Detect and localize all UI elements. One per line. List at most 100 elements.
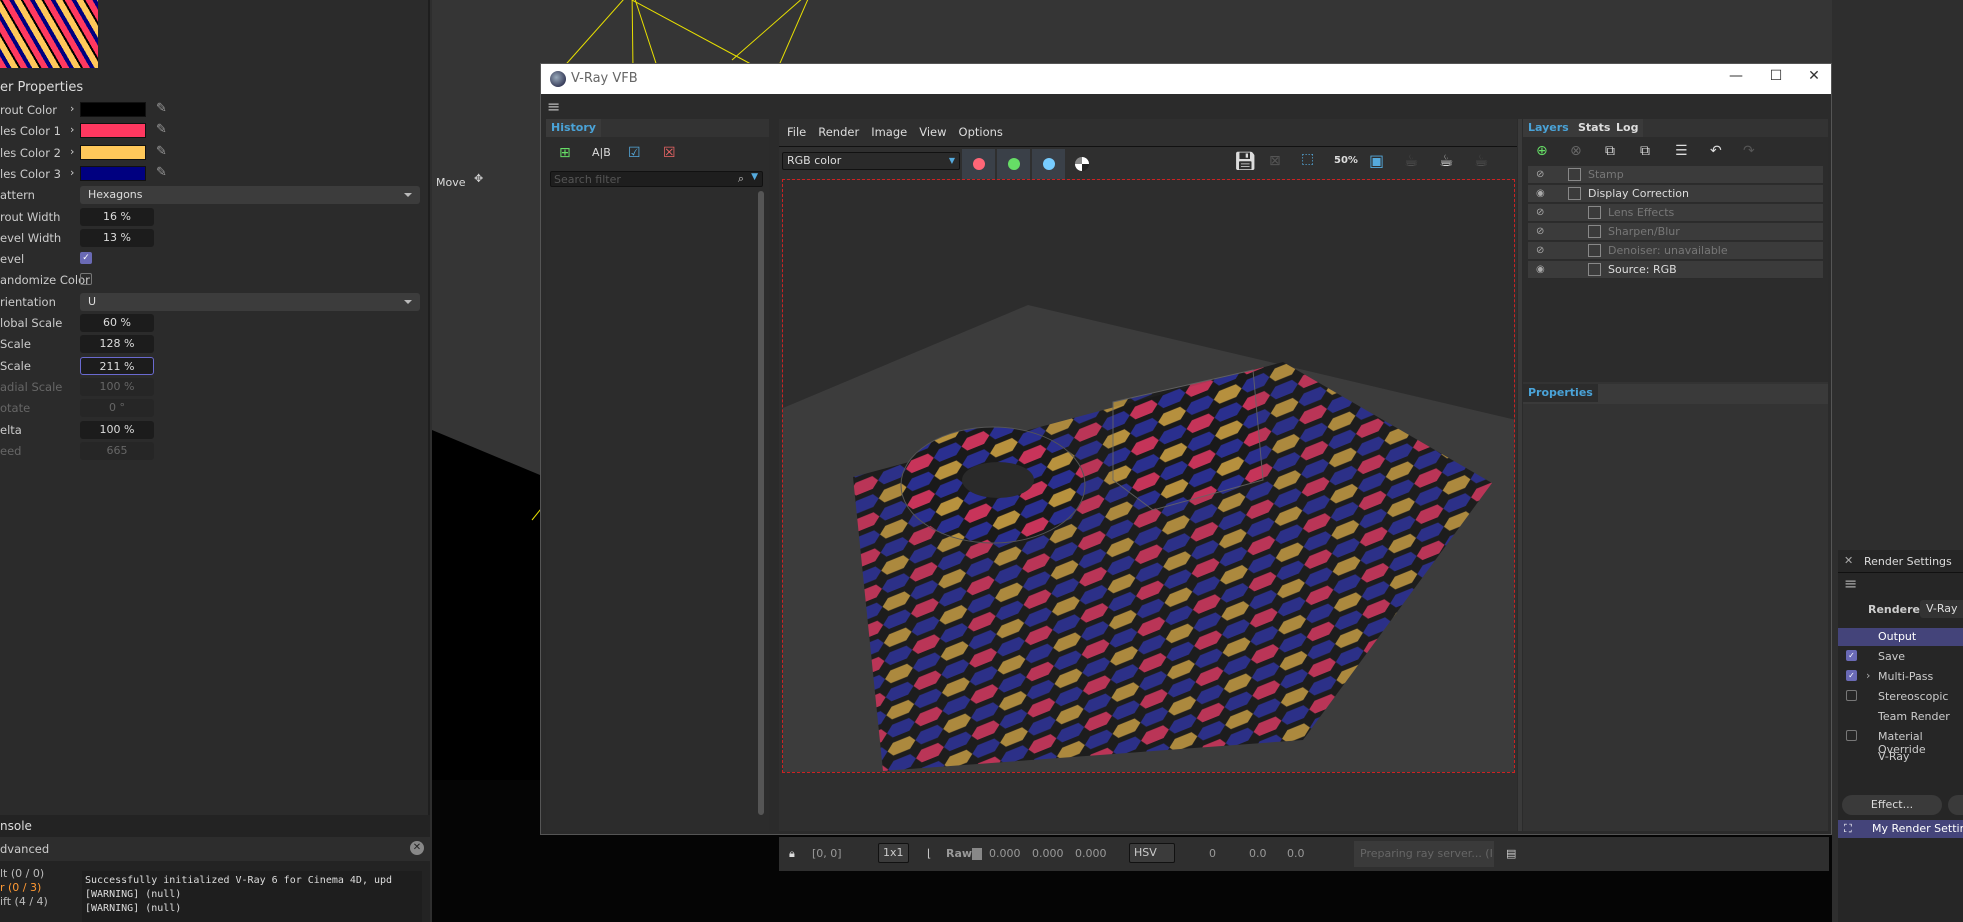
eyedropper-icon[interactable]: ✎ — [156, 101, 167, 116]
layer-row[interactable]: ◉ Display Correction — [1528, 185, 1823, 203]
eye-hidden-icon[interactable]: ⊘ — [1536, 166, 1544, 184]
property-dropdown[interactable]: U — [80, 292, 420, 311]
item-checkbox[interactable] — [1846, 730, 1857, 741]
tab-layers[interactable]: Layers — [1523, 119, 1574, 137]
channel-select[interactable]: RGB color ▼ — [782, 152, 960, 170]
delete-layer-icon[interactable]: ⊗ — [1570, 143, 1582, 159]
render-settings-item[interactable]: Save — [1878, 650, 1905, 663]
clear-image-icon[interactable]: ⊠ — [1269, 153, 1281, 169]
menu-view[interactable]: View — [919, 125, 946, 139]
layer-list-icon[interactable]: ☰ — [1675, 143, 1688, 159]
move-icon[interactable]: ✥ — [474, 172, 483, 185]
eyedropper-icon[interactable]: ✎ — [156, 165, 167, 180]
close-button[interactable]: ✕ — [1799, 68, 1829, 84]
renderer-select[interactable]: V-Ray — [1920, 600, 1963, 618]
render-icon[interactable]: ☕︎ — [1474, 151, 1488, 170]
tab-history[interactable]: History — [546, 119, 601, 137]
property-checkbox[interactable]: ✓ — [80, 252, 92, 265]
console-category[interactable]: lt (0 / 0) — [0, 867, 44, 880]
property-checkbox[interactable] — [80, 273, 92, 286]
console-filter[interactable]: dvanced — [0, 842, 49, 856]
region-render-icon[interactable]: ⬚ — [1301, 151, 1314, 167]
colorspace-select[interactable]: HSV — [1129, 843, 1175, 863]
render-settings-item[interactable]: Team Render — [1878, 710, 1950, 723]
load-history-icon[interactable]: ☑ — [628, 145, 641, 161]
hamburger-menu-icon[interactable]: ≡ — [1844, 574, 1857, 593]
property-field[interactable]: 16 % — [80, 207, 154, 226]
tab-log[interactable]: Log — [1611, 119, 1644, 137]
interactive-render-icon[interactable]: ☕︎ — [1404, 151, 1418, 170]
eye-icon[interactable]: ◉ — [1536, 185, 1545, 203]
fit-view-icon[interactable]: ▣ — [1369, 151, 1384, 170]
preset-item[interactable]: ⛶ My Render Settings — [1838, 820, 1963, 838]
chevron-right-icon[interactable]: › — [70, 145, 74, 158]
color-swatch[interactable] — [80, 165, 146, 181]
chevron-down-icon[interactable]: ▼ — [751, 172, 758, 182]
menu-image[interactable]: Image — [871, 125, 907, 139]
green-channel-button[interactable] — [997, 149, 1030, 179]
item-checkbox[interactable] — [1846, 690, 1857, 701]
eyedropper-icon[interactable]: ✎ — [156, 122, 167, 137]
menu-file[interactable]: File — [787, 125, 806, 139]
eye-hidden-icon[interactable]: ⊘ — [1536, 204, 1544, 222]
history-scrollbar[interactable] — [758, 191, 764, 815]
blue-channel-button[interactable] — [1032, 149, 1065, 179]
property-field[interactable]: 128 % — [80, 335, 154, 354]
load-layers-icon[interactable]: ⧉ — [1640, 143, 1650, 159]
layer-row[interactable]: ⊘ Sharpen/Blur — [1528, 223, 1823, 241]
chevron-right-icon[interactable]: › — [70, 123, 74, 136]
title-bar[interactable]: V-Ray VFB — ☐ ✕ — [541, 64, 1831, 94]
hamburger-menu-icon[interactable]: ≡ — [547, 97, 560, 116]
remove-history-icon[interactable]: ☒ — [663, 145, 676, 161]
redo-icon[interactable]: ↷ — [1743, 143, 1755, 159]
eyedropper-icon[interactable]: ✎ — [156, 144, 167, 159]
render-settings-item[interactable]: V-Ray — [1878, 750, 1910, 763]
item-checkbox[interactable]: ✓ — [1846, 670, 1857, 681]
chevron-right-icon[interactable]: › — [1866, 669, 1870, 682]
chevron-right-icon[interactable]: › — [70, 102, 74, 115]
save-image-icon[interactable]: 💾︎ — [1234, 151, 1257, 172]
layer-row[interactable]: ⊘ Stamp — [1528, 166, 1823, 184]
maximize-button[interactable]: ☐ — [1761, 68, 1791, 84]
color-swatch[interactable] — [80, 102, 146, 117]
eye-hidden-icon[interactable]: ⊘ — [1536, 223, 1544, 241]
render-settings-item[interactable]: Multi-Pass — [1878, 670, 1933, 683]
close-icon[interactable]: ✕ — [410, 841, 424, 855]
zoom-level[interactable]: 50% — [1334, 155, 1358, 166]
layer-row[interactable]: ⊘ Lens Effects — [1528, 204, 1823, 222]
eye-hidden-icon[interactable]: ⊘ — [1536, 242, 1544, 260]
property-field[interactable]: 60 % — [80, 314, 154, 332]
menu-options[interactable]: Options — [959, 125, 1003, 139]
effect-button[interactable]: Effect... — [1842, 795, 1942, 815]
eye-icon[interactable]: ◉ — [1536, 261, 1545, 279]
undo-icon[interactable]: ↶ — [1710, 143, 1722, 159]
color-swatch[interactable] — [80, 144, 146, 160]
lock-icon[interactable]: 🔒︎ — [789, 847, 795, 861]
console-category[interactable]: ift (4 / 4) — [0, 895, 48, 908]
chevron-right-icon[interactable]: › — [70, 166, 74, 179]
minimize-button[interactable]: — — [1721, 68, 1751, 84]
tab-stats[interactable]: Stats — [1573, 119, 1616, 137]
render-settings-item[interactable]: Output — [1878, 630, 1916, 643]
red-channel-button[interactable] — [962, 149, 995, 179]
property-field[interactable]: 211 % — [80, 356, 154, 375]
layer-row[interactable]: ◉ Source: RGB — [1528, 261, 1823, 279]
console-category[interactable]: r (0 / 3) — [0, 881, 41, 894]
splitter[interactable] — [1518, 119, 1522, 831]
close-icon[interactable]: ✕ — [1844, 554, 1853, 567]
sample-size-select[interactable]: 1x1 — [878, 843, 909, 863]
property-dropdown[interactable]: Hexagons — [80, 186, 420, 205]
add-layer-icon[interactable]: ⊕ — [1536, 143, 1548, 159]
save-to-history-icon[interactable]: ⊞ — [559, 145, 571, 161]
search-filter-input[interactable]: Search filter ⌕ ▼ — [550, 171, 763, 187]
render-settings-item[interactable]: Stereoscopic — [1878, 690, 1948, 703]
alpha-channel-icon[interactable] — [1075, 157, 1089, 171]
panel-toggle-icon[interactable]: ▤ — [1506, 847, 1516, 860]
curve-icon[interactable]: ⌊ — [927, 847, 931, 860]
property-field[interactable]: 13 % — [80, 228, 154, 247]
property-field[interactable]: 100 % — [80, 420, 154, 439]
menu-render[interactable]: Render — [818, 125, 859, 139]
ab-compare-icon[interactable]: A|B — [592, 146, 611, 159]
item-checkbox[interactable]: ✓ — [1846, 650, 1857, 661]
render-image[interactable] — [782, 179, 1515, 773]
